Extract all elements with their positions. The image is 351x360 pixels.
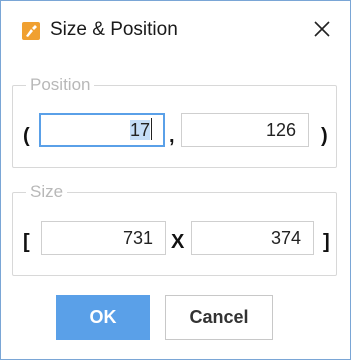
position-x-value: 17 — [129, 120, 150, 140]
position-legend: Position — [26, 74, 95, 96]
size-open-bracket: [ — [23, 231, 30, 253]
size-width-field[interactable]: 731 — [41, 221, 166, 255]
close-button[interactable] — [307, 15, 337, 43]
position-y-field[interactable]: 126 — [181, 113, 309, 147]
position-x-field[interactable]: 17 — [39, 113, 165, 147]
text-caret — [151, 118, 152, 140]
position-separator: , — [169, 125, 175, 147]
ok-button[interactable]: OK — [56, 295, 150, 340]
size-close-bracket: ] — [323, 231, 330, 253]
size-legend: Size — [26, 181, 68, 203]
brush-tool-icon — [22, 22, 40, 40]
close-icon — [314, 21, 330, 37]
size-separator: X — [171, 231, 185, 253]
position-close-paren: ) — [321, 125, 328, 147]
size-height-field[interactable]: 374 — [191, 221, 314, 255]
cancel-button[interactable]: Cancel — [165, 295, 273, 340]
position-open-paren: ( — [23, 125, 30, 147]
dialog-title: Size & Position — [50, 19, 178, 40]
size-position-dialog: Size & Position Position ( 17 , 126 ) Si… — [0, 0, 351, 360]
title-bar: Size & Position — [1, 1, 350, 57]
